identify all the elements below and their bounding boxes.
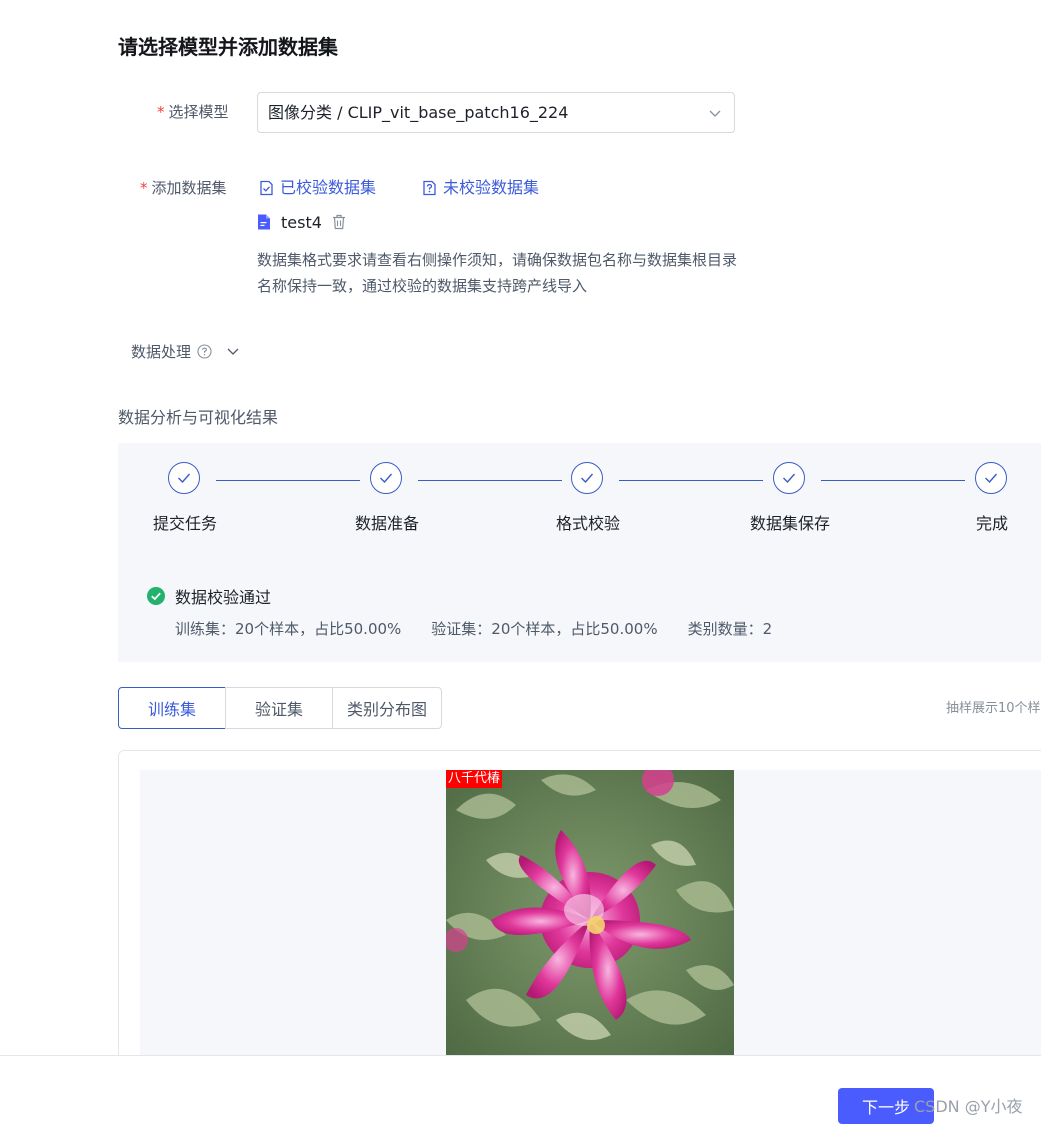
train-stat: 训练集：20个样本，占比50.00% — [175, 620, 402, 638]
dataset-tabs: 训练集 验证集 类别分布图 — [118, 687, 442, 729]
step-1-check-icon — [168, 462, 200, 494]
tab-train[interactable]: 训练集 — [118, 687, 226, 729]
step-connector — [418, 480, 562, 481]
step-connector — [216, 480, 360, 481]
chevron-down-icon — [227, 348, 239, 355]
model-select[interactable]: 图像分类 / CLIP_vit_base_patch16_224 — [257, 92, 735, 133]
tab-class-distribution[interactable]: 类别分布图 — [332, 687, 442, 729]
step-2-check-icon — [370, 462, 402, 494]
unverified-dataset-text: 未校验数据集 — [443, 178, 540, 197]
file-name: test4 — [281, 212, 322, 232]
page-title: 请选择模型并添加数据集 — [118, 35, 338, 59]
sample-image[interactable] — [446, 770, 734, 1056]
step-3-check-icon — [571, 462, 603, 494]
val-stat: 验证集：20个样本，占比50.00% — [431, 620, 658, 638]
analysis-section-title: 数据分析与可视化结果 — [118, 408, 279, 427]
sample-class-label: 八千代椿 — [446, 770, 503, 788]
model-label-text: 选择模型 — [168, 103, 229, 121]
step-label-done: 完成 — [976, 514, 1009, 533]
model-label: * 选择模型 — [157, 102, 229, 122]
validation-status: 数据校验通过 — [147, 585, 271, 607]
chevron-down-icon — [709, 110, 721, 117]
uploaded-file: test4 — [257, 212, 346, 232]
step-label-submit: 提交任务 — [153, 514, 218, 533]
step-label-validate: 格式校验 — [556, 514, 621, 533]
required-mark: * — [157, 103, 165, 121]
unverified-dataset-link[interactable]: 未校验数据集 — [422, 178, 539, 198]
verified-file-icon — [260, 180, 273, 196]
data-processing-label: 数据处理 — [131, 342, 192, 361]
required-mark: * — [140, 179, 148, 197]
success-check-icon — [147, 587, 165, 605]
step-5-check-icon — [975, 462, 1007, 494]
step-label-save: 数据集保存 — [750, 514, 831, 533]
file-icon — [258, 214, 270, 230]
dataset-hint: 数据集格式要求请查看右侧操作须知，请确保数据包名称与数据集根目录名称保持一致，通… — [257, 251, 738, 295]
tab-validation[interactable]: 验证集 — [225, 687, 333, 729]
trash-icon[interactable] — [332, 214, 346, 230]
class-stat: 类别数量：2 — [687, 620, 773, 638]
question-file-icon — [423, 180, 436, 196]
dataset-label: * 添加数据集 — [140, 178, 227, 198]
dataset-label-text: 添加数据集 — [151, 179, 227, 197]
verified-dataset-link[interactable]: 已校验数据集 — [259, 178, 376, 198]
validation-status-text: 数据校验通过 — [175, 588, 272, 607]
step-connector — [619, 480, 763, 481]
help-icon — [197, 343, 212, 359]
model-select-value: 图像分类 / CLIP_vit_base_patch16_224 — [268, 103, 569, 122]
verified-dataset-text: 已校验数据集 — [280, 178, 377, 197]
peony-flower-image — [446, 770, 734, 1056]
sample-note: 抽样展示10个样 — [946, 701, 1041, 716]
step-4-check-icon — [773, 462, 805, 494]
watermark: CSDN @Y小夜 — [914, 1097, 1023, 1116]
step-connector — [821, 480, 965, 481]
data-processing-toggle[interactable]: 数据处理 — [131, 341, 240, 361]
step-label-prepare: 数据准备 — [355, 514, 420, 533]
dataset-stats: 训练集：20个样本，占比50.00% 验证集：20个样本，占比50.00% 类别数量… — [175, 619, 802, 639]
